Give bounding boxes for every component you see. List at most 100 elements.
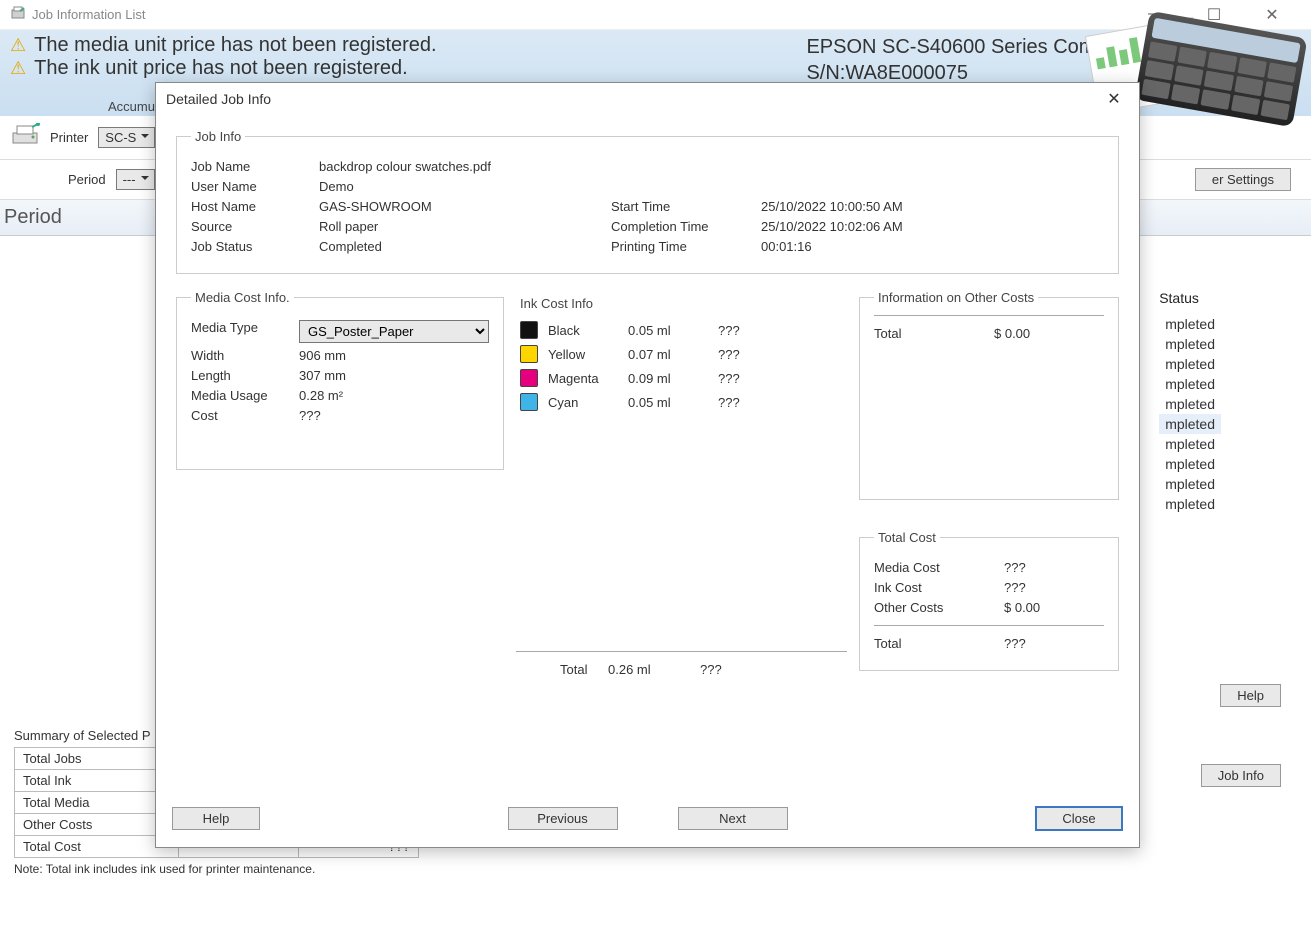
completion-time-label: Completion Time <box>611 219 761 234</box>
dialog-close-icon[interactable]: ✕ <box>1099 89 1129 109</box>
ink-cost-group: Ink Cost Info Black 0.05 ml??? Yellow0.07 … <box>516 290 847 677</box>
media-length-value: 307 mm <box>299 368 346 383</box>
warning-text-1: The media unit price has not been regist… <box>34 34 436 57</box>
status-row[interactable]: mpleted <box>1159 334 1221 354</box>
status-row[interactable]: mpleted <box>1159 434 1221 454</box>
media-type-select[interactable]: GS_Poster_Paper <box>299 320 489 343</box>
close-button[interactable]: ✕ <box>1253 5 1291 25</box>
host-name-value: GAS-SHOWROOM <box>319 199 432 214</box>
detailed-job-info-dialog: Detailed Job Info ✕ Job Info Job Namebac… <box>155 82 1140 848</box>
status-row[interactable]: mpleted <box>1159 454 1221 474</box>
warning-icon: ⚠ <box>10 58 26 79</box>
media-cost-legend: Media Cost Info. <box>191 290 294 305</box>
tc-other-label: Other Costs <box>874 600 1004 615</box>
job-name-label: Job Name <box>191 159 319 174</box>
user-name-label: User Name <box>191 179 319 194</box>
ink-cost: ??? <box>718 323 778 338</box>
warning-text-2: The ink unit price has not been register… <box>34 57 408 80</box>
ink-total-amount: 0.26 ml <box>608 662 700 677</box>
previous-button[interactable]: Previous <box>508 807 618 830</box>
total-cost-legend: Total Cost <box>874 530 940 545</box>
host-name-label: Host Name <box>191 199 319 214</box>
status-row[interactable]: mpleted <box>1159 394 1221 414</box>
ink-cost: ??? <box>718 371 778 386</box>
ink-name: Black <box>548 323 618 338</box>
ink-cost-legend: Ink Cost Info <box>516 296 847 311</box>
ink-swatch-icon <box>520 393 538 411</box>
tc-ink-label: Ink Cost <box>874 580 1004 595</box>
printer-icon <box>10 123 40 152</box>
summary-row-label: Other Costs <box>15 814 179 836</box>
ink-total-label: Total <box>516 662 608 677</box>
user-name-value: Demo <box>319 179 354 194</box>
source-label: Source <box>191 219 319 234</box>
media-type-label: Media Type <box>191 320 299 343</box>
start-time-label: Start Time <box>611 199 761 214</box>
tc-media-label: Media Cost <box>874 560 1004 575</box>
job-info-button[interactable]: Job Info <box>1201 764 1281 787</box>
ink-amount: 0.05 ml <box>628 395 708 410</box>
status-header: Status <box>1159 290 1221 306</box>
summary-note: Note: Total ink includes ink used for pr… <box>14 862 419 876</box>
printer-combo[interactable]: SC-S <box>98 127 155 148</box>
ink-row: Magenta0.09 ml??? <box>520 369 847 387</box>
media-usage-value: 0.28 m² <box>299 388 343 403</box>
job-status-value: Completed <box>319 239 382 254</box>
other-costs-legend: Information on Other Costs <box>874 290 1038 305</box>
tc-total-value: ??? <box>1004 636 1026 651</box>
ink-swatch-icon <box>520 345 538 363</box>
other-total-value: $ 0.00 <box>994 326 1030 341</box>
tc-total-label: Total <box>874 636 1004 651</box>
summary-row-label: Total Cost <box>15 836 179 858</box>
status-row[interactable]: mpleted <box>1159 374 1221 394</box>
ink-amount: 0.05 ml <box>628 323 708 338</box>
ink-row: Cyan 0.05 ml??? <box>520 393 847 411</box>
ink-row: Black 0.05 ml??? <box>520 321 847 339</box>
printing-time-value: 00:01:16 <box>761 239 812 254</box>
media-width-label: Width <box>191 348 299 363</box>
status-row[interactable]: mpleted <box>1159 414 1221 434</box>
status-row[interactable]: mpleted <box>1159 494 1221 514</box>
ink-name: Cyan <box>548 395 618 410</box>
printing-time-label: Printing Time <box>611 239 761 254</box>
start-time-value: 25/10/2022 10:00:50 AM <box>761 199 903 214</box>
media-cost-label: Cost <box>191 408 299 423</box>
ink-swatch-icon <box>520 369 538 387</box>
status-row[interactable]: mpleted <box>1159 354 1221 374</box>
media-cost-group: Media Cost Info. Media Type GS_Poster_Pa… <box>176 290 504 470</box>
media-cost-value: ??? <box>299 408 321 423</box>
ink-name: Magenta <box>548 371 618 386</box>
tc-ink-value: ??? <box>1004 580 1026 595</box>
main-title: Job Information List <box>32 7 145 22</box>
job-info-legend: Job Info <box>191 129 245 144</box>
job-status-label: Job Status <box>191 239 319 254</box>
summary-row-label: Total Ink <box>15 770 179 792</box>
help-button[interactable]: Help <box>1220 684 1281 707</box>
warning-icon: ⚠ <box>10 35 26 56</box>
period-combo[interactable]: --- <box>116 169 155 190</box>
completion-time-value: 25/10/2022 10:02:06 AM <box>761 219 903 234</box>
period-label: Period <box>68 172 106 187</box>
other-costs-group: Information on Other Costs Total $ 0.00 <box>859 290 1119 500</box>
dialog-title: Detailed Job Info <box>166 91 271 107</box>
settings-button[interactable]: er Settings <box>1195 168 1291 191</box>
ink-total-cost: ??? <box>700 662 722 677</box>
status-row[interactable]: mpleted <box>1159 474 1221 494</box>
main-titlebar: Job Information List — ☐ ✕ <box>0 0 1311 30</box>
other-total-label: Total <box>874 326 994 341</box>
ink-name: Yellow <box>548 347 618 362</box>
ink-swatch-icon <box>520 321 538 339</box>
tc-other-value: $ 0.00 <box>1004 600 1040 615</box>
ink-cost: ??? <box>718 395 778 410</box>
total-cost-group: Total Cost Media Cost??? Ink Cost??? Oth… <box>859 530 1119 671</box>
next-button[interactable]: Next <box>678 807 788 830</box>
media-width-value: 906 mm <box>299 348 346 363</box>
ink-row: Yellow0.07 ml??? <box>520 345 847 363</box>
status-row[interactable]: mpleted <box>1159 314 1221 334</box>
dialog-help-button[interactable]: Help <box>172 807 260 830</box>
accumulate-label: Accumu <box>108 99 155 114</box>
job-info-group: Job Info Job Namebackdrop colour swatche… <box>176 129 1119 274</box>
tc-media-value: ??? <box>1004 560 1026 575</box>
dialog-close-button[interactable]: Close <box>1035 806 1123 831</box>
summary-row-label: Total Media <box>15 792 179 814</box>
